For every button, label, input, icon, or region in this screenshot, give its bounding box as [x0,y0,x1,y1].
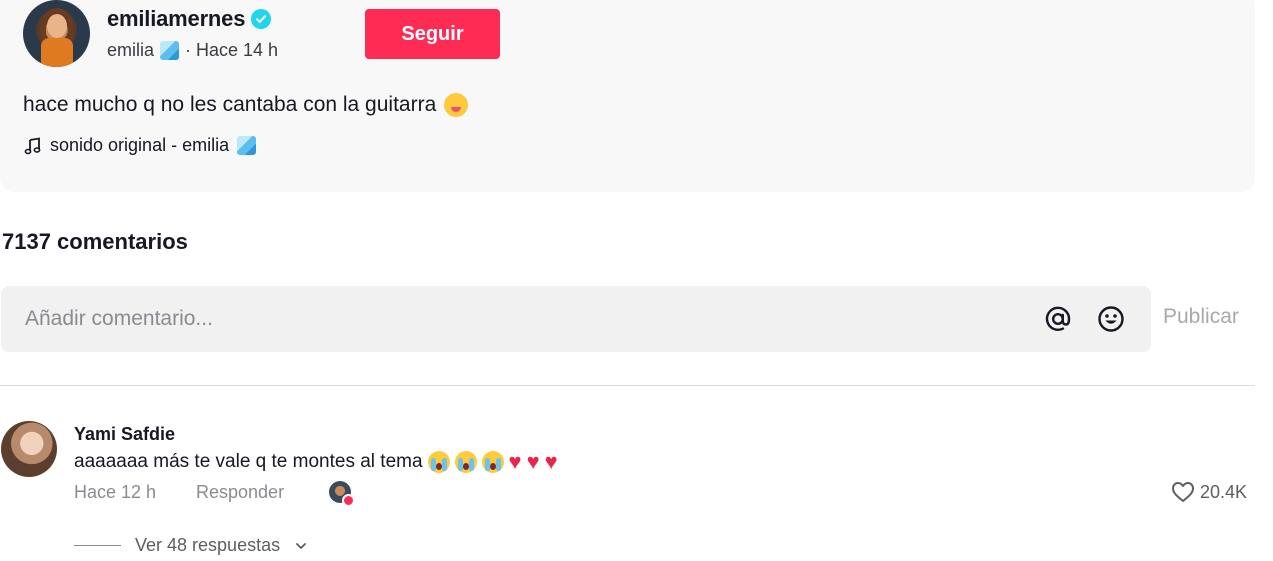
loudly-crying-emoji-icon [481,451,504,473]
commenter-avatar[interactable] [1,421,57,477]
comments-count: 7137 comentarios [2,229,188,254]
sound-link[interactable]: sonido original - emilia [24,135,257,156]
post-caption: hace mucho q no les cantaba con la guita… [23,93,469,117]
verified-badge-icon [251,9,272,29]
author-username[interactable]: emiliamernes [107,6,245,32]
red-heart-emoji-icon: ♥ [544,449,558,474]
author-username-row: emiliamernes [107,6,272,32]
caption-text: hace mucho q no les cantaba con la guita… [23,93,437,116]
liked-by-creator-badge [329,481,355,507]
avatar-face [47,14,67,38]
music-note-icon [24,136,41,154]
follow-button[interactable]: Seguir [365,9,500,59]
comment-body: aaaaaaa más te vale q te montes al tema [74,451,423,472]
avatar-shirt [41,38,73,67]
comment-input[interactable] [25,286,1005,352]
red-heart-emoji-icon: ♥ [526,449,540,474]
author-subline: emilia · Hace 14 h [107,40,278,61]
ice-cube-emoji-icon [237,136,257,155]
chevron-down-icon [296,542,306,549]
reply-button[interactable]: Responder [196,482,284,503]
view-replies-button[interactable]: Ver 48 respuestas [74,535,308,556]
author-display-name: emilia [107,40,155,60]
divider [0,385,1255,386]
author-avatar[interactable] [23,0,90,67]
loudly-crying-emoji-icon [427,451,450,473]
red-heart-emoji-icon: ♥ [508,449,522,474]
post-time: · Hace 14 h [185,40,279,60]
ice-cube-emoji-icon [160,41,180,60]
heart-outline-icon [1172,482,1194,502]
like-count: 20.4K [1200,481,1248,502]
sound-name: sonido original - emilia [50,135,230,155]
emoji-picker-icon[interactable] [1096,304,1126,334]
loudly-crying-emoji-icon [454,451,477,473]
replies-line [74,545,121,546]
commenter-name[interactable]: Yami Safdie [74,424,175,445]
publish-comment-button[interactable]: Publicar [1163,305,1239,329]
comments-panel: emiliamernes emilia · Hace 14 h Seguir h… [0,0,1273,561]
mention-at-icon[interactable] [1043,304,1073,334]
comment-text: aaaaaaa más te vale q te montes al tema … [74,451,558,473]
mini-heart-icon [342,494,355,507]
like-button[interactable]: 20.4K [1171,481,1247,503]
comment-time: Hace 12 h [74,482,157,502]
comment-input-box [1,286,1151,352]
view-replies-label: Ver 48 respuestas [135,535,281,555]
post-card: emiliamernes emilia · Hace 14 h Seguir h… [0,0,1255,192]
face-savoring-emoji-icon [444,93,469,117]
